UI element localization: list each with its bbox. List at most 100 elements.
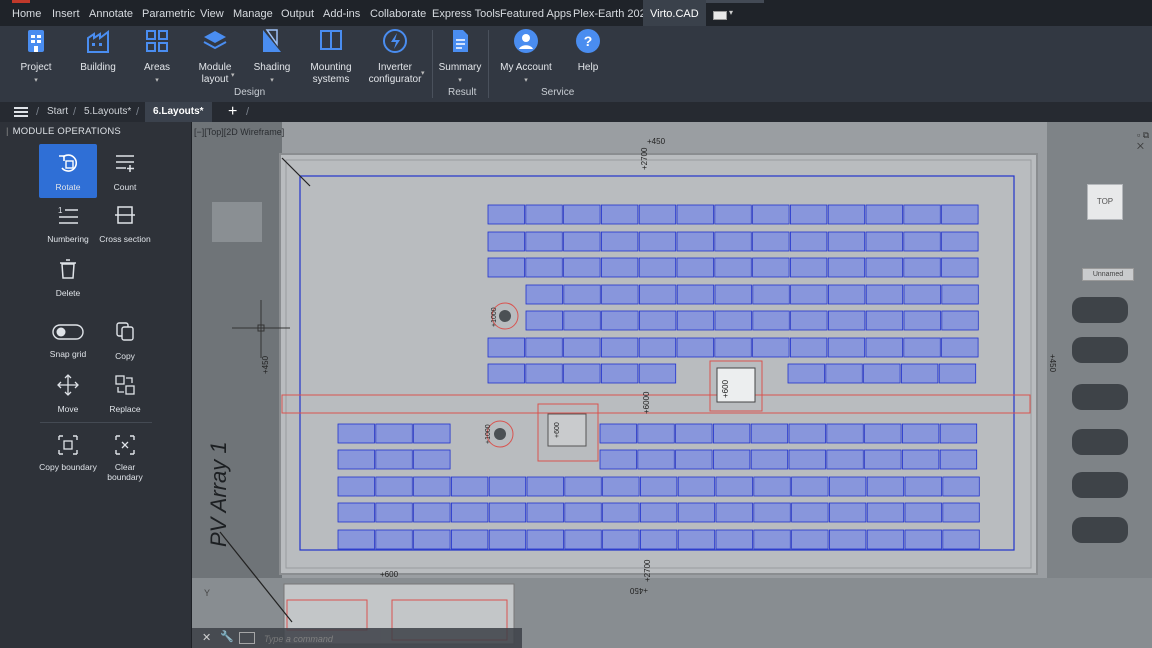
hamburger-icon[interactable] xyxy=(14,107,28,117)
pv-module[interactable] xyxy=(752,284,790,305)
pv-module[interactable] xyxy=(865,257,903,278)
pv-module[interactable] xyxy=(714,204,752,225)
chimney-circle[interactable] xyxy=(499,310,511,322)
pv-module[interactable] xyxy=(941,337,979,358)
pv-module[interactable] xyxy=(375,529,413,550)
pv-module[interactable] xyxy=(525,310,563,331)
pv-module[interactable] xyxy=(676,284,715,305)
pv-module[interactable] xyxy=(941,204,979,225)
menu-virtocad[interactable]: Virto.CAD xyxy=(643,0,706,26)
pv-module[interactable] xyxy=(828,310,866,331)
pv-module[interactable] xyxy=(904,476,942,497)
pv-module[interactable] xyxy=(676,310,715,331)
pv-module[interactable] xyxy=(601,284,639,305)
shading-button[interactable]: Shading ▾ xyxy=(252,28,292,87)
help-button[interactable]: ? Help xyxy=(568,28,608,74)
pv-module[interactable] xyxy=(487,363,525,384)
pv-module[interactable] xyxy=(600,257,639,278)
pv-module[interactable] xyxy=(450,529,489,550)
pv-module[interactable] xyxy=(715,502,753,523)
pv-module[interactable] xyxy=(791,529,829,550)
move-button[interactable]: Move xyxy=(39,372,97,418)
pv-module[interactable] xyxy=(638,363,677,384)
pv-module[interactable] xyxy=(676,257,714,278)
pv-module[interactable] xyxy=(714,284,752,305)
pv-module[interactable] xyxy=(904,502,942,523)
pv-module[interactable] xyxy=(600,363,639,384)
menu-annotate[interactable]: Annotate xyxy=(89,0,133,26)
pv-module[interactable] xyxy=(639,476,678,497)
pv-module[interactable] xyxy=(866,502,905,523)
pv-module[interactable] xyxy=(413,449,451,470)
pv-module[interactable] xyxy=(714,310,752,331)
viewcube[interactable]: TOP xyxy=(1087,184,1123,220)
pv-module[interactable] xyxy=(790,337,828,358)
pv-module[interactable] xyxy=(488,476,527,497)
pv-module[interactable] xyxy=(525,231,563,252)
areas-button[interactable]: Areas ▾ xyxy=(136,28,178,87)
pv-module[interactable] xyxy=(600,204,639,225)
menu-parametric[interactable]: Parametric xyxy=(142,0,195,26)
pv-module[interactable] xyxy=(866,476,905,497)
building-button[interactable]: Building xyxy=(74,28,122,74)
pv-module[interactable] xyxy=(639,529,678,550)
pv-module[interactable] xyxy=(677,476,716,497)
pv-module[interactable] xyxy=(676,231,714,252)
pv-module[interactable] xyxy=(563,337,601,358)
pv-module[interactable] xyxy=(864,423,902,444)
summary-button[interactable]: Summary ▾ xyxy=(438,28,482,87)
ucs-unnamed-label[interactable]: Unnamed xyxy=(1082,268,1134,281)
pv-module[interactable] xyxy=(750,423,789,444)
pv-module[interactable] xyxy=(752,257,790,278)
copy-button[interactable]: Copy xyxy=(96,320,154,364)
pv-module[interactable] xyxy=(750,449,789,470)
pv-module[interactable] xyxy=(865,204,903,225)
pv-module[interactable] xyxy=(675,423,713,444)
pv-module[interactable] xyxy=(450,476,489,497)
pv-module[interactable] xyxy=(827,231,866,252)
pv-module[interactable] xyxy=(714,231,752,252)
pv-module[interactable] xyxy=(638,257,677,278)
pv-module[interactable] xyxy=(337,529,375,550)
pv-module[interactable] xyxy=(715,529,753,550)
pv-module[interactable] xyxy=(638,337,677,358)
add-tab-button[interactable]: + xyxy=(228,102,237,122)
clear-boundary-button[interactable]: Clear boundary xyxy=(96,434,154,486)
pv-module[interactable] xyxy=(901,363,939,384)
pv-module[interactable] xyxy=(563,363,601,384)
pv-module[interactable] xyxy=(375,476,413,497)
pv-module[interactable] xyxy=(903,284,941,305)
tab-start[interactable]: Start xyxy=(47,102,68,122)
pv-module[interactable] xyxy=(753,476,791,497)
pv-module[interactable] xyxy=(865,231,903,252)
delete-button[interactable]: Delete xyxy=(39,256,97,302)
pv-module[interactable] xyxy=(865,284,904,305)
pv-module[interactable] xyxy=(904,529,942,550)
pv-module[interactable] xyxy=(375,423,413,444)
pv-module[interactable] xyxy=(337,449,375,470)
pv-module[interactable] xyxy=(752,231,790,252)
pv-module[interactable] xyxy=(827,337,866,358)
pv-module[interactable] xyxy=(939,449,978,470)
pv-module[interactable] xyxy=(791,502,829,523)
pv-module[interactable] xyxy=(564,529,602,550)
pv-module[interactable] xyxy=(675,449,713,470)
pv-module[interactable] xyxy=(753,502,791,523)
view-label[interactable]: [−][Top][2D Wireframe] xyxy=(194,127,284,137)
pv-module[interactable] xyxy=(637,423,675,444)
pv-module[interactable] xyxy=(752,204,790,225)
pv-module[interactable] xyxy=(638,204,677,225)
pv-module[interactable] xyxy=(903,310,941,331)
rotate-button[interactable]: Rotate xyxy=(39,144,97,198)
pv-module[interactable] xyxy=(676,204,714,225)
pv-module[interactable] xyxy=(827,204,866,225)
snap-grid-toggle[interactable]: Snap grid xyxy=(39,320,97,364)
pv-module[interactable] xyxy=(526,476,564,497)
pv-module[interactable] xyxy=(941,231,979,252)
pv-module[interactable] xyxy=(638,231,677,252)
pv-module[interactable] xyxy=(638,310,677,331)
pv-module[interactable] xyxy=(788,449,826,470)
pv-module[interactable] xyxy=(941,310,979,331)
pv-module[interactable] xyxy=(487,204,525,225)
wrench-icon[interactable]: 🔧 xyxy=(220,630,234,643)
